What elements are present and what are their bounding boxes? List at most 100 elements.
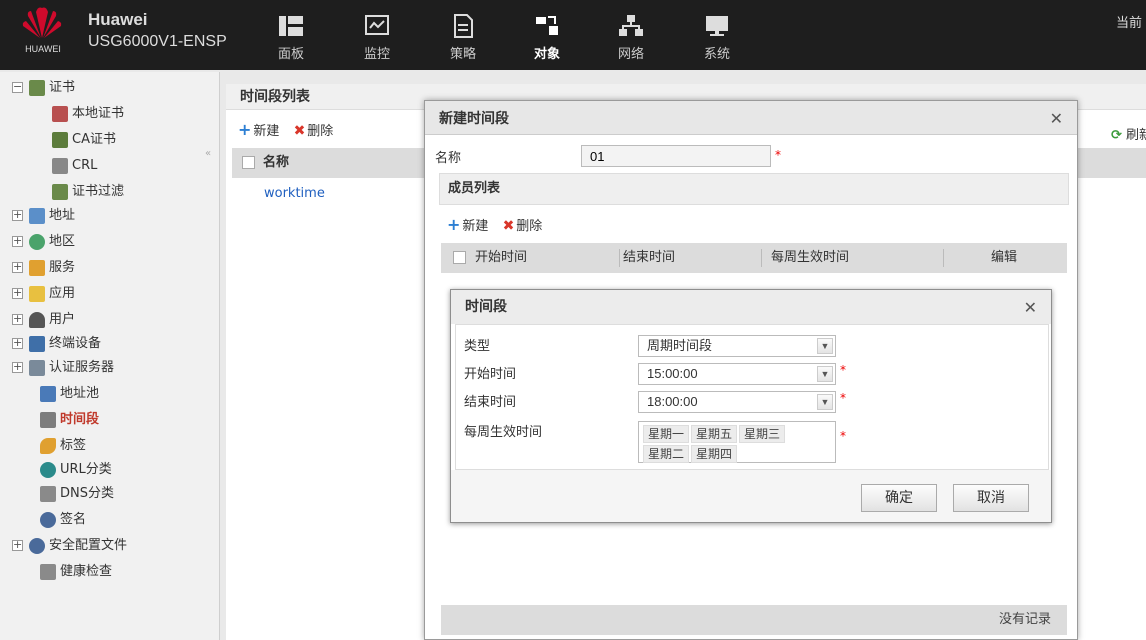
ca-certificate-icon: [52, 131, 68, 148]
local-certificate-icon: [52, 105, 68, 122]
start-time-select[interactable]: 15:00:00 ▼: [638, 363, 836, 385]
select-all-checkbox[interactable]: [242, 156, 255, 169]
sidebar-item-security-profile[interactable]: + 安全配置文件: [12, 534, 127, 558]
nav-dashboard[interactable]: 面板: [261, 14, 321, 66]
huawei-logo: HUAWEI: [12, 6, 74, 62]
sidebar-item-health-check[interactable]: 健康检查: [40, 560, 112, 584]
nav-label: 策略: [449, 47, 476, 62]
nav-label: 网络: [617, 47, 644, 62]
sidebar-item-address[interactable]: + 地址: [12, 204, 75, 228]
weekday-tag[interactable]: 星期四: [691, 445, 738, 463]
weekdays-label: 每周生效时间: [464, 425, 543, 440]
expand-icon[interactable]: +: [12, 361, 23, 373]
sidebar-item-user[interactable]: + 用户: [12, 308, 75, 332]
delete-member-button[interactable]: ✖ 删除: [503, 215, 543, 234]
add-icon: +: [447, 215, 461, 234]
close-icon[interactable]: ✕: [1050, 109, 1063, 128]
sidebar-item-url-category[interactable]: URL分类: [40, 458, 112, 482]
column-edit: 编辑: [991, 250, 1018, 265]
sidebar-item-crl[interactable]: CRL: [52, 154, 97, 178]
sidebar-item-ca-certificate[interactable]: CA证书: [52, 128, 116, 152]
sidebar-item-certificate[interactable]: − 证书: [12, 76, 75, 100]
sidebar-item-auth-server[interactable]: + 认证服务器: [12, 356, 114, 380]
ok-button[interactable]: 确定: [861, 484, 937, 512]
brand-name: Huawei: [88, 10, 148, 29]
type-label: 类型: [464, 339, 491, 354]
nav-label: 系统: [703, 47, 730, 62]
weekday-tag[interactable]: 星期五: [691, 425, 738, 443]
select-all-checkbox[interactable]: [453, 243, 474, 273]
refresh-button[interactable]: ⟳ 刷新: [1111, 124, 1146, 143]
table-row-link[interactable]: worktime: [264, 186, 325, 201]
cancel-button[interactable]: 取消: [953, 484, 1029, 512]
crl-icon: [52, 157, 68, 174]
region-icon: [29, 233, 45, 250]
sidebar-item-time-range[interactable]: 时间段: [40, 408, 99, 432]
sidebar-item-address-pool[interactable]: 地址池: [40, 382, 99, 406]
sidebar-item-local-certificate[interactable]: 本地证书: [52, 102, 124, 126]
weekday-tag[interactable]: 星期三: [739, 425, 786, 443]
address-pool-icon: [40, 385, 56, 402]
signature-icon: [40, 511, 56, 528]
url-category-icon: [40, 461, 56, 478]
weekday-tag[interactable]: 星期一: [643, 425, 690, 443]
weekday-tag[interactable]: 星期二: [643, 445, 690, 463]
required-mark: *: [840, 363, 846, 377]
nav-label: 对象: [533, 47, 560, 62]
sidebar-item-tag[interactable]: 标签: [40, 434, 86, 458]
dialog-body: 类型 周期时间段 ▼ 开始时间 15:00:00 ▼ * 结束时间 18:00:…: [455, 324, 1049, 470]
new-member-button[interactable]: + 新建: [447, 215, 488, 234]
sidebar-tree: « − 证书 本地证书 CA证书 CRL 证书过滤 + 地址 + 地区 + 服务 + 应用…: [0, 72, 220, 640]
application-icon: [29, 285, 45, 302]
expand-icon[interactable]: +: [12, 235, 23, 247]
product-name: USG6000V1-ENSP: [88, 33, 227, 50]
required-mark: *: [840, 429, 846, 443]
close-icon[interactable]: ✕: [1024, 298, 1037, 317]
expand-icon[interactable]: +: [12, 209, 23, 221]
chevron-down-icon[interactable]: ▼: [817, 366, 833, 382]
nav-policy[interactable]: 策略: [433, 14, 493, 66]
delete-button[interactable]: ✖ 删除: [294, 120, 334, 139]
expand-icon[interactable]: +: [12, 313, 23, 325]
list-toolbar: + 新建 ✖ 删除: [238, 120, 343, 139]
required-mark: *: [840, 391, 846, 405]
nav-network[interactable]: 网络: [601, 14, 661, 66]
expand-icon[interactable]: +: [12, 287, 23, 299]
delete-icon: ✖: [293, 123, 306, 139]
object-icon: [536, 16, 558, 35]
sidebar-item-certificate-filter[interactable]: 证书过滤: [52, 180, 124, 204]
expand-icon[interactable]: +: [12, 539, 23, 551]
expand-icon[interactable]: +: [12, 261, 23, 273]
name-input[interactable]: [581, 145, 771, 167]
collapse-sidebar-icon[interactable]: «: [205, 148, 211, 159]
user-icon: [29, 311, 45, 328]
dialog-footer: 确定 取消: [451, 470, 1051, 522]
nav-monitor[interactable]: 监控: [347, 14, 407, 66]
nav-object[interactable]: 对象: [517, 14, 577, 66]
column-name: 名称: [263, 155, 290, 170]
time-period-dialog: 时间段 ✕ 类型 周期时间段 ▼ 开始时间 15:00:00 ▼ * 结束时间 …: [450, 289, 1052, 523]
type-select[interactable]: 周期时间段 ▼: [638, 335, 836, 357]
sidebar-item-terminal-device[interactable]: + 终端设备: [12, 332, 101, 356]
sidebar-item-application[interactable]: + 应用: [12, 282, 75, 306]
new-button[interactable]: + 新建: [238, 120, 279, 139]
weekdays-multiselect[interactable]: 星期一 星期五 星期三星期二 星期四: [638, 421, 836, 463]
end-time-select[interactable]: 18:00:00 ▼: [638, 391, 836, 413]
sidebar-item-signature[interactable]: 签名: [40, 508, 86, 532]
dns-category-icon: [40, 485, 56, 502]
collapse-icon[interactable]: −: [12, 81, 23, 93]
sidebar-item-service[interactable]: + 服务: [12, 256, 75, 280]
logo-text: HUAWEI: [25, 44, 61, 54]
chevron-down-icon[interactable]: ▼: [817, 394, 833, 410]
end-time-label: 结束时间: [464, 395, 517, 410]
expand-icon[interactable]: +: [12, 337, 23, 349]
monitor-icon: [365, 15, 389, 35]
members-table-header: 开始时间 结束时间 每周生效时间 编辑: [441, 243, 1067, 273]
nav-system[interactable]: 系统: [687, 14, 747, 66]
sidebar-item-region[interactable]: + 地区: [12, 230, 75, 254]
chevron-down-icon[interactable]: ▼: [817, 338, 833, 354]
system-icon: [706, 16, 728, 36]
nav-label: 监控: [363, 47, 390, 62]
terminal-device-icon: [29, 335, 45, 352]
sidebar-item-dns-category[interactable]: DNS分类: [40, 482, 114, 506]
